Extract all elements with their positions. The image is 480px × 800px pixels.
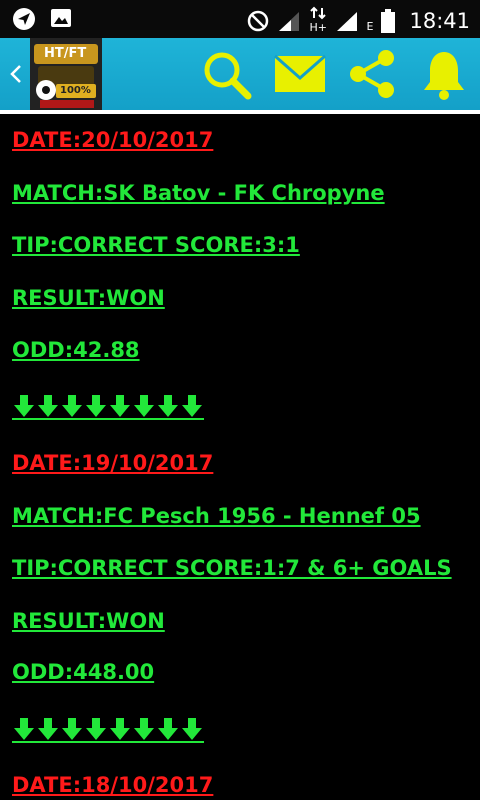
- send-icon: [13, 8, 35, 30]
- tip-result[interactable]: RESULT:WON: [12, 609, 165, 633]
- tip-match[interactable]: MATCH:FC Pesch 1956 - Hennef 05: [12, 504, 421, 528]
- down-arrow-icon: [14, 395, 34, 417]
- share-icon[interactable]: [346, 48, 398, 100]
- logo-badge: 100%: [60, 85, 91, 96]
- tip-prediction[interactable]: TIP:CORRECT SCORE:1:7 & 6+ GOALS: [12, 556, 452, 580]
- sim-type-label: E: [366, 19, 374, 33]
- arrow-divider: [12, 394, 204, 420]
- clock: 18:41: [409, 9, 470, 33]
- down-arrow-icon: [158, 395, 178, 417]
- app-logo: HT/FT 100%: [30, 38, 102, 110]
- down-arrow-icon: [38, 395, 58, 417]
- bell-icon[interactable]: [420, 48, 468, 100]
- down-arrow-icon: [14, 718, 34, 740]
- signal-icon: [278, 12, 299, 31]
- down-arrow-icon: [158, 718, 178, 740]
- down-arrow-icon: [182, 395, 202, 417]
- do-not-disturb-icon: [247, 10, 268, 32]
- search-icon[interactable]: [200, 48, 254, 100]
- down-arrow-icon: [62, 718, 82, 740]
- tip-date[interactable]: DATE:20/10/2017: [12, 128, 213, 152]
- down-arrow-icon: [38, 718, 58, 740]
- app-bar: HT/FT 100%: [0, 38, 480, 110]
- image-icon: [51, 9, 71, 27]
- logo-text: HT/FT: [44, 46, 87, 61]
- status-bar: H+ E 18:41: [0, 0, 480, 38]
- arrow-divider: [12, 717, 204, 743]
- tip-match[interactable]: MATCH:SK Batov - FK Chropyne: [12, 181, 385, 205]
- down-arrow-icon: [110, 718, 130, 740]
- tip-odd[interactable]: ODD:42.88: [12, 338, 140, 362]
- network-type-label: H+: [309, 21, 328, 34]
- down-arrow-icon: [182, 718, 202, 740]
- tip-odd[interactable]: ODD:448.00: [12, 660, 154, 684]
- down-arrow-icon: [86, 718, 106, 740]
- signal-icon: [336, 12, 357, 31]
- tip-date[interactable]: DATE:19/10/2017: [12, 451, 213, 475]
- down-arrow-icon: [134, 718, 154, 740]
- down-arrow-icon: [62, 395, 82, 417]
- mail-icon[interactable]: [274, 48, 326, 100]
- down-arrow-icon: [134, 395, 154, 417]
- tip-date[interactable]: DATE:18/10/2017: [12, 773, 213, 797]
- data-arrows-icon: H+: [309, 6, 327, 36]
- tips-list[interactable]: DATE:20/10/2017 MATCH:SK Batov - FK Chro…: [0, 114, 480, 800]
- chevron-left-icon[interactable]: [6, 58, 26, 90]
- tip-prediction[interactable]: TIP:CORRECT SCORE:3:1: [12, 233, 300, 257]
- down-arrow-icon: [110, 395, 130, 417]
- down-arrow-icon: [86, 395, 106, 417]
- tip-result[interactable]: RESULT:WON: [12, 286, 165, 310]
- battery-icon: [381, 9, 396, 33]
